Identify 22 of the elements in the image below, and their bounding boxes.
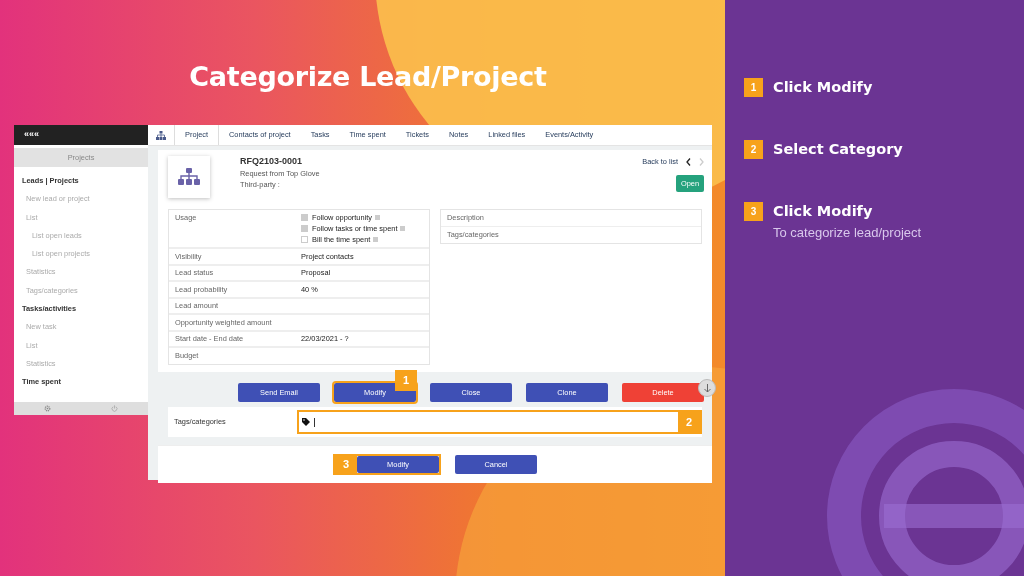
step-number: 1 (395, 370, 417, 391)
slide-title: Categorize Lead/Project (188, 60, 548, 94)
step-description: To categorize lead/project (773, 224, 922, 242)
step-title: Click Modify (773, 202, 874, 221)
gear-icon[interactable] (44, 405, 51, 412)
hierarchy-icon (178, 168, 200, 186)
checkbox[interactable] (301, 225, 308, 232)
step-title: Click Modify (773, 78, 873, 97)
step-title: Select Category (773, 140, 903, 159)
help-icon (373, 237, 379, 242)
step-number: 2 (744, 140, 763, 159)
checkbox[interactable] (301, 214, 308, 221)
step-number: 1 (744, 78, 763, 97)
down-arrow-icon (703, 383, 711, 393)
help-icon (400, 226, 406, 231)
hierarchy-icon (156, 130, 166, 140)
step-number: 3 (744, 202, 763, 221)
record-reference: RFQ2103-0001 (240, 156, 304, 168)
help-icon (375, 215, 380, 220)
step-number: 3 (335, 456, 357, 473)
collapse-button[interactable]: ««« (24, 129, 40, 139)
checkbox[interactable] (301, 236, 308, 243)
